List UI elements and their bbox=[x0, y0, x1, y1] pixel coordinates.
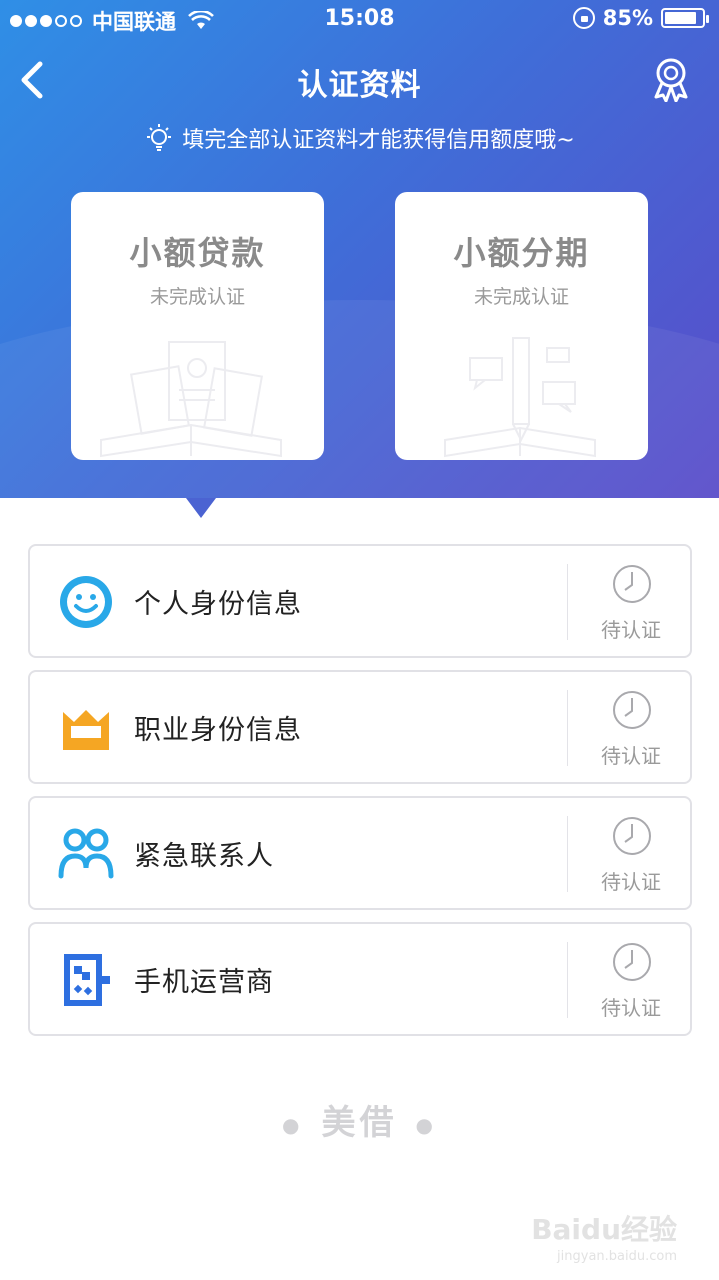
verification-list: 个人身份信息 待认证 职业身份信息 待认证 紧急联系人 待认证 手机运营商 待认… bbox=[28, 544, 692, 1048]
card-status: 未完成认证 bbox=[149, 286, 245, 308]
footer-brand: ● 美借 ● bbox=[0, 1095, 719, 1144]
smiley-face-icon bbox=[60, 576, 112, 628]
watermark-text: Baidu经验 bbox=[531, 1213, 677, 1246]
list-item-occupation-id[interactable]: 职业身份信息 待认证 bbox=[28, 670, 692, 784]
award-badge-icon[interactable] bbox=[648, 56, 694, 102]
battery-icon bbox=[661, 8, 709, 28]
tip-text: 填完全部认证资料才能获得信用额度哦~ bbox=[182, 128, 575, 153]
list-item-label: 个人身份信息 bbox=[134, 589, 302, 620]
status-bar: 中国联通 15:08 85% bbox=[0, 0, 719, 40]
card-small-installment[interactable]: 小额分期 未完成认证 bbox=[395, 192, 648, 460]
list-item-mobile-carrier[interactable]: 手机运营商 待认证 bbox=[28, 922, 692, 1036]
clock-icon bbox=[613, 691, 651, 729]
card-title: 小额贷款 bbox=[129, 234, 266, 272]
card-small-loan[interactable]: 小额贷款 未完成认证 bbox=[71, 192, 324, 460]
battery-fill bbox=[665, 12, 696, 24]
clock-icon bbox=[613, 817, 651, 855]
list-item-personal-id[interactable]: 个人身份信息 待认证 bbox=[28, 544, 692, 658]
selected-card-pointer bbox=[186, 498, 216, 518]
page-title: 认证资料 bbox=[297, 68, 422, 103]
clock-icon bbox=[613, 565, 651, 603]
documents-book-illustration bbox=[100, 341, 282, 458]
contacts-icon bbox=[58, 828, 114, 879]
sim-card-icon bbox=[64, 954, 110, 1006]
status-label: 待认证 bbox=[601, 996, 661, 1020]
brand-name: 美借 bbox=[321, 1103, 398, 1143]
status-label: 待认证 bbox=[601, 618, 661, 642]
brand-dot-left: ● bbox=[282, 1112, 304, 1137]
battery-percent: 85% bbox=[602, 6, 653, 30]
status-label: 待认证 bbox=[601, 744, 661, 768]
baidu-watermark: Baidu经验 jingyan.baidu.com bbox=[531, 1213, 677, 1264]
list-item-emergency-contact[interactable]: 紧急联系人 待认证 bbox=[28, 796, 692, 910]
crown-icon bbox=[63, 710, 109, 750]
card-title: 小额分期 bbox=[453, 234, 590, 272]
rotation-lock-icon bbox=[572, 7, 595, 29]
card-status: 未完成认证 bbox=[473, 286, 569, 308]
watermark-sub: jingyan.baidu.com bbox=[557, 1249, 677, 1264]
tip-banner: 填完全部认证资料才能获得信用额度哦~ bbox=[0, 122, 719, 154]
list-item-label: 职业身份信息 bbox=[134, 715, 302, 746]
header-banner: 中国联通 15:08 85% 认证资料 填完全部认证资料才能获得信用额度哦~ 小… bbox=[0, 0, 719, 498]
pencil-chat-book-illustration bbox=[444, 337, 596, 458]
lightbulb-icon bbox=[147, 124, 172, 151]
list-item-label: 紧急联系人 bbox=[134, 841, 274, 872]
clock-icon bbox=[613, 943, 651, 981]
brand-dot-right: ● bbox=[415, 1112, 437, 1137]
status-label: 待认证 bbox=[601, 870, 661, 894]
list-item-label: 手机运营商 bbox=[134, 967, 274, 998]
